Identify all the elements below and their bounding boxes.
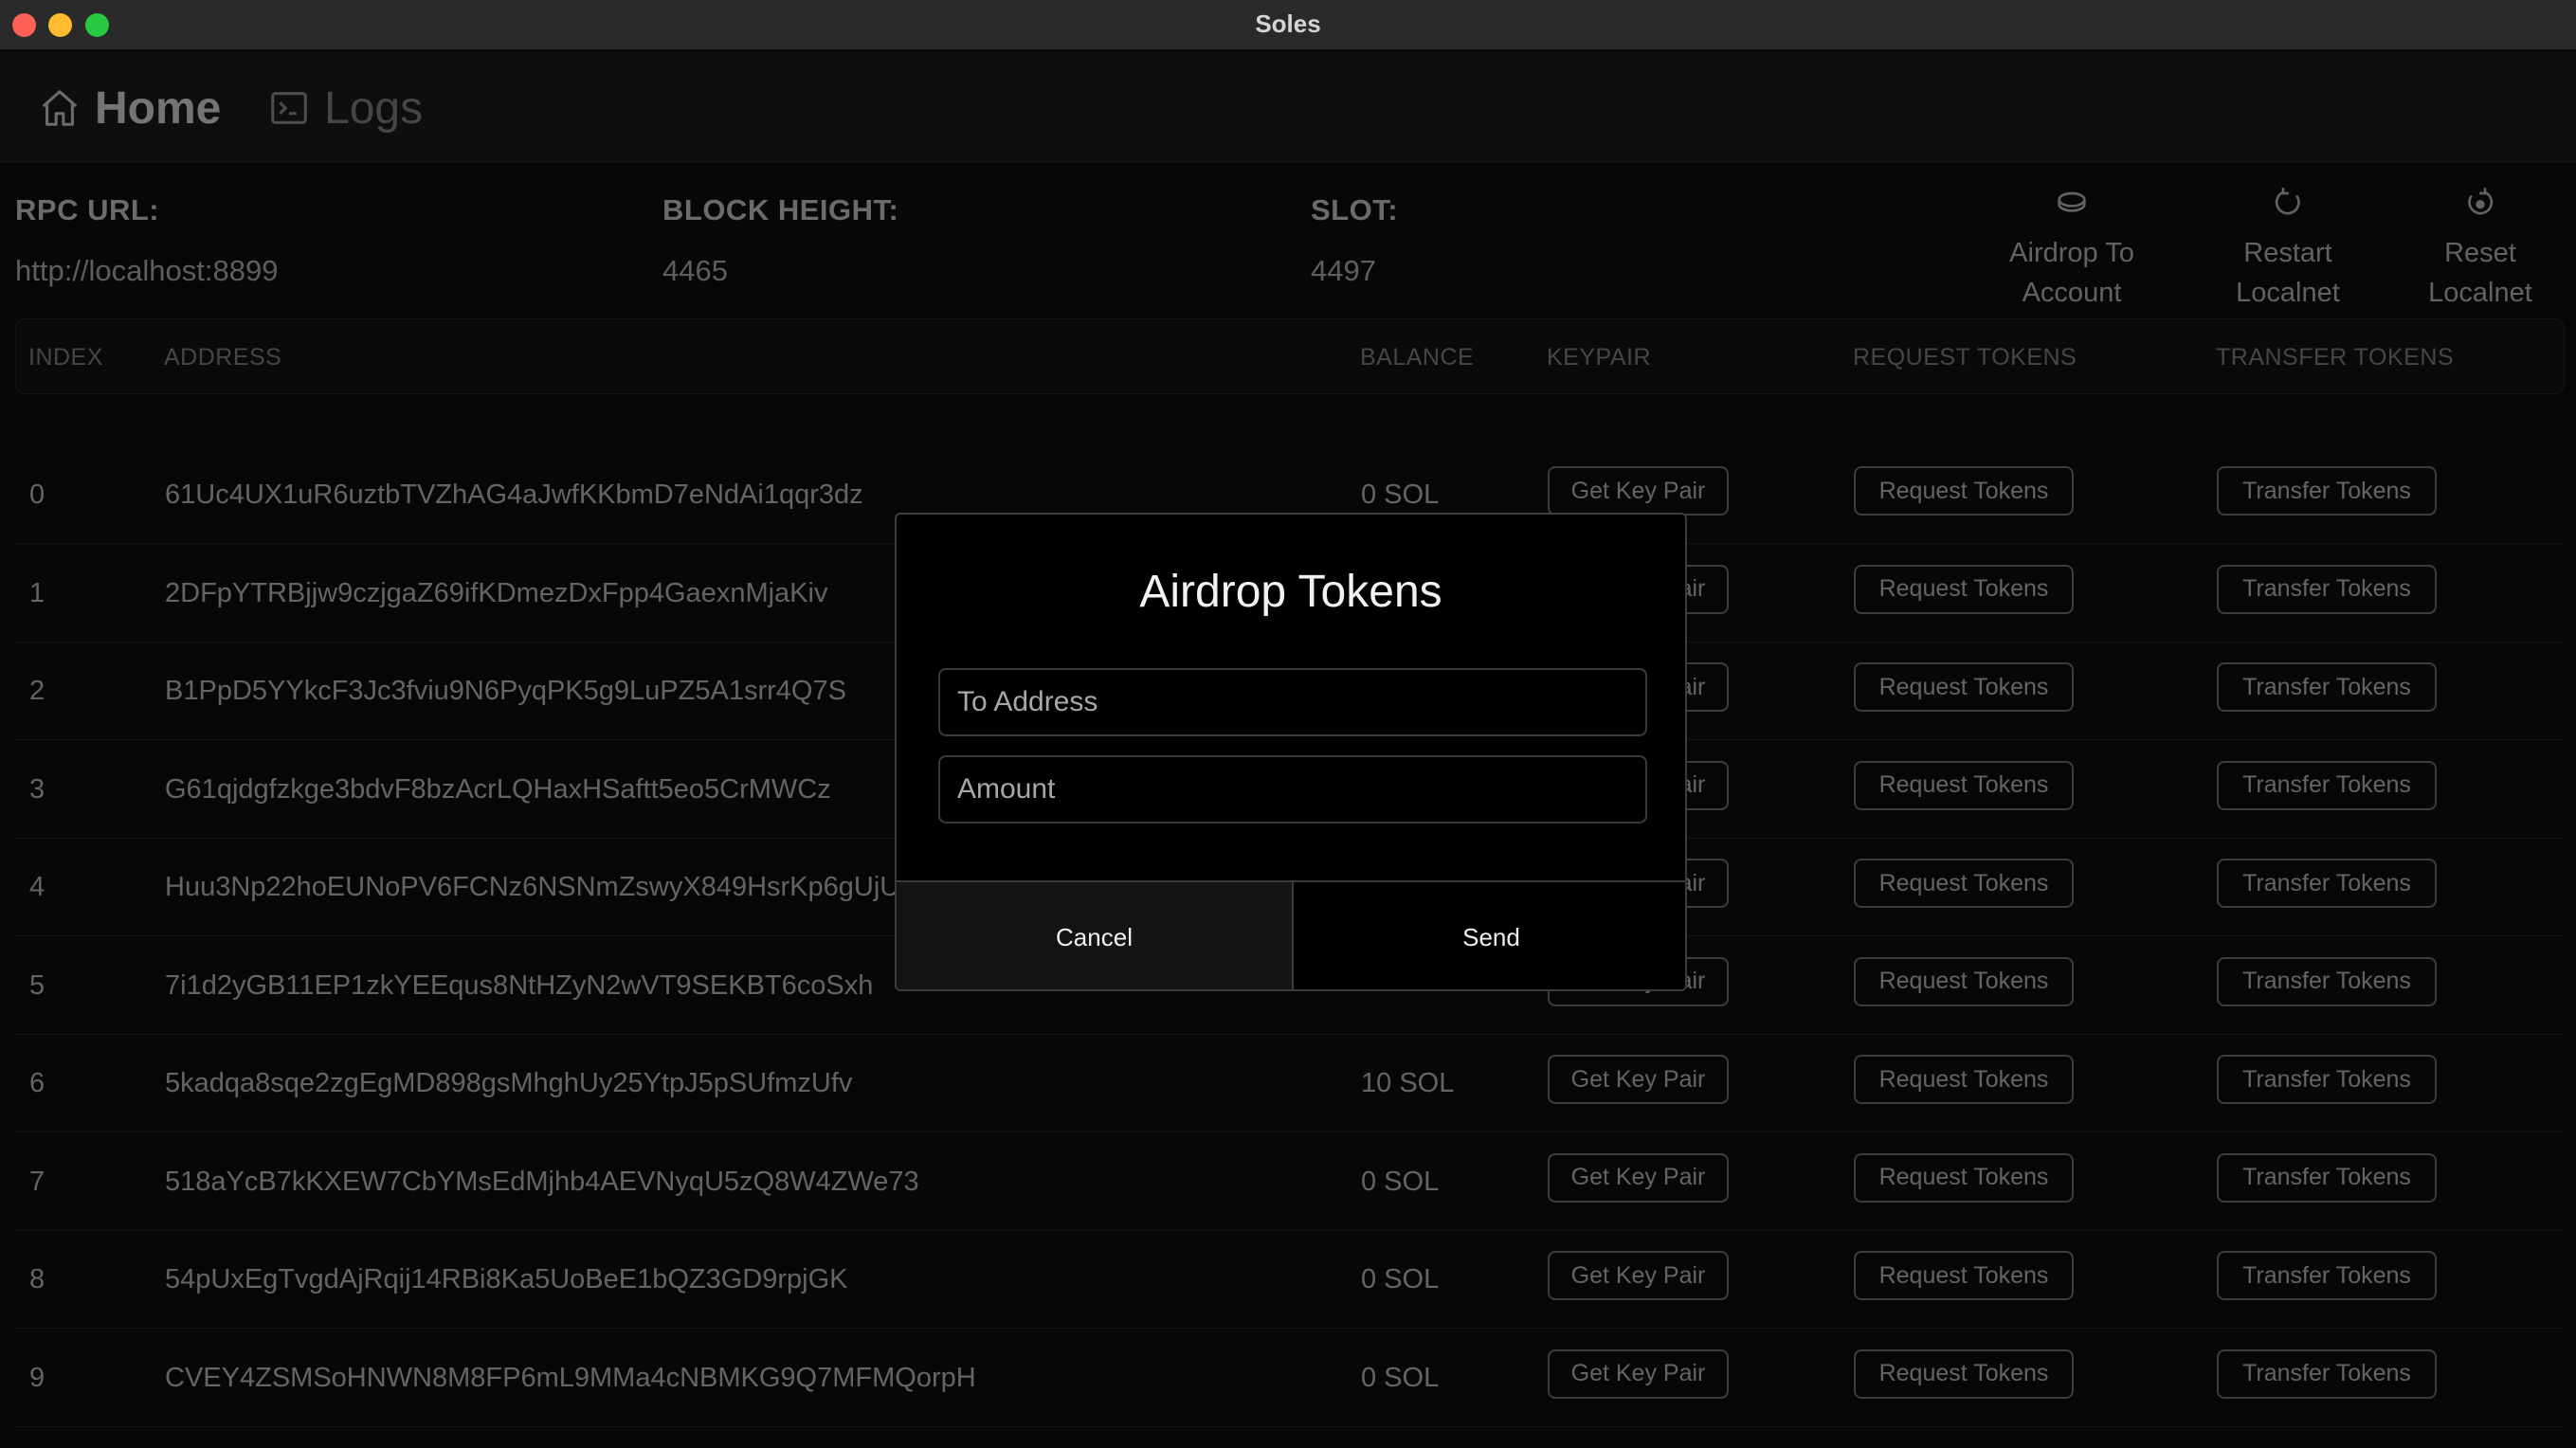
airdrop-tokens-dialog: Airdrop Tokens Cancel Send — [895, 513, 1687, 991]
window-title: Soles — [1255, 9, 1321, 38]
window-titlebar: Soles — [0, 0, 2576, 50]
send-button[interactable]: Send — [1294, 882, 1685, 989]
cancel-button[interactable]: Cancel — [897, 882, 1294, 989]
dialog-title: Airdrop Tokens — [1139, 567, 1442, 617]
dialog-footer: Cancel Send — [897, 880, 1685, 989]
amount-input[interactable] — [938, 755, 1647, 824]
to-address-input[interactable] — [938, 668, 1647, 736]
